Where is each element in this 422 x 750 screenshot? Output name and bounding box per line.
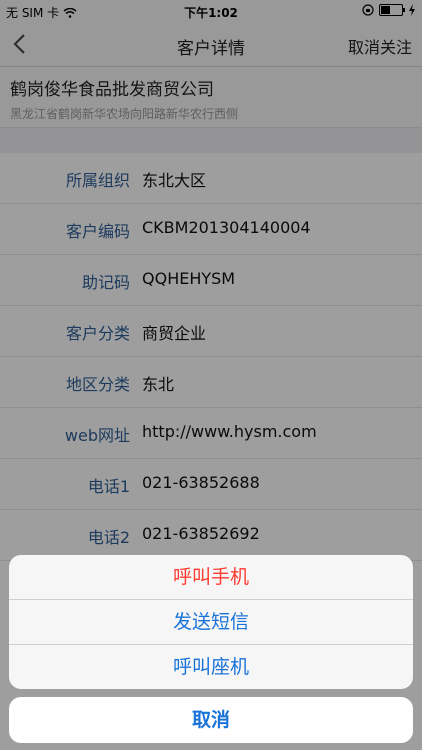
send-sms-button[interactable]: 发送短信 [9,600,413,644]
call-landline-button[interactable]: 呼叫座机 [9,645,413,689]
action-sheet: 呼叫手机 发送短信 呼叫座机 [9,555,413,689]
cancel-button[interactable]: 取消 [9,697,413,743]
call-mobile-button[interactable]: 呼叫手机 [9,555,413,599]
